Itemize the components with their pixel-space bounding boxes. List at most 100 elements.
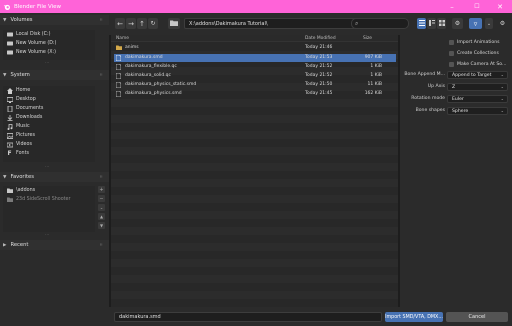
file-row[interactable]: dakimakura_physics.smd Today 21:45 162 K… bbox=[114, 90, 396, 98]
file-date: Today 21:45 bbox=[305, 91, 333, 96]
new-folder-button[interactable] bbox=[168, 18, 180, 29]
search-icon: ⌕ bbox=[355, 19, 359, 27]
file-row-selected[interactable]: dakimakura.smd Today 21:53 907 KiB bbox=[114, 54, 396, 62]
home-icon bbox=[6, 87, 13, 94]
sidebar-item-desktop[interactable]: Desktop bbox=[3, 95, 95, 104]
bone-append-select[interactable]: Append to Target ⌄ bbox=[447, 71, 508, 79]
column-size-header[interactable]: Size bbox=[363, 36, 372, 41]
sidebar-item-videos[interactable]: Videos bbox=[3, 140, 95, 149]
disk-icon bbox=[6, 31, 13, 38]
file-size: 1 KiB bbox=[370, 64, 382, 69]
sidebar-item-music[interactable]: Music bbox=[3, 122, 95, 131]
file-icon bbox=[115, 54, 122, 63]
file-date: Today 21:53 bbox=[305, 55, 333, 60]
bone-shapes-select[interactable]: Sphere ⌄ bbox=[447, 107, 508, 115]
file-list-header: Name Date Modified Size bbox=[111, 35, 398, 42]
import-options-panel: Import Animations Create Collections Mak… bbox=[400, 35, 512, 307]
arrow-right-icon: → bbox=[128, 19, 134, 28]
back-button[interactable]: ← bbox=[115, 18, 125, 29]
sidebar-item-label: New Volume (X:) bbox=[16, 50, 56, 55]
favorites-panel-header[interactable]: ▼ Favorites bbox=[0, 172, 109, 182]
file-date: Today 21:52 bbox=[305, 64, 333, 69]
row-stripe bbox=[111, 115, 398, 123]
gear-icon: ⚙ bbox=[499, 20, 506, 27]
sidebar-item-label: 23d SideScroll Shooter bbox=[16, 197, 71, 202]
pictures-icon bbox=[6, 132, 13, 139]
fonts-icon: F bbox=[7, 150, 12, 157]
sidebar-item-downloads[interactable]: Downloads bbox=[3, 113, 95, 122]
collapse-icon: ▼ bbox=[3, 17, 7, 23]
expand-icon: ▶ bbox=[3, 242, 7, 248]
volumes-panel-header[interactable]: ▼ Volumes bbox=[0, 15, 109, 25]
sidebar-item-volume-d[interactable]: New Volume (D:) bbox=[3, 39, 95, 48]
drag-grip-icon[interactable]: ⁞⁞ bbox=[100, 174, 103, 179]
column-name-header[interactable]: Name bbox=[116, 36, 129, 41]
forward-button[interactable]: → bbox=[126, 18, 136, 29]
resize-grip-icon[interactable]: ⋯ bbox=[45, 164, 49, 169]
import-button[interactable]: Import SMD/VTA, DMX... bbox=[385, 312, 443, 322]
file-row[interactable]: dakimakura_flexible.qc Today 21:52 1 KiB bbox=[114, 63, 396, 71]
chevron-down-icon: ⌄ bbox=[500, 108, 504, 113]
file-row-folder[interactable]: anims Today 21:46 bbox=[114, 44, 396, 52]
system-panel-header[interactable]: ▼ System bbox=[0, 70, 109, 80]
up-axis-select[interactable]: Z ⌄ bbox=[447, 83, 508, 91]
music-icon bbox=[6, 123, 13, 130]
row-stripe bbox=[111, 227, 398, 235]
display-mode-thumbnails-button[interactable] bbox=[437, 18, 446, 29]
recent-panel-header[interactable]: ▶ Recent bbox=[0, 240, 109, 250]
filter-button[interactable]: ▿ bbox=[469, 18, 482, 29]
sidebar-item-addons[interactable]: \addons bbox=[3, 186, 95, 195]
file-row[interactable]: dakimakura_solid.qc Today 21:52 1 KiB bbox=[114, 72, 396, 80]
sidebar-item-pictures[interactable]: Pictures bbox=[3, 131, 95, 140]
maximize-button[interactable]: ☐ bbox=[467, 0, 487, 13]
resize-grip-icon[interactable]: ⋯ bbox=[45, 232, 49, 237]
search-field[interactable]: ⌕ bbox=[351, 18, 409, 29]
options-gear-button[interactable]: ⚙ bbox=[498, 18, 507, 29]
sidebar-item-label: Videos bbox=[16, 142, 32, 147]
chevron-down-icon: ⌄ bbox=[500, 84, 504, 89]
bookmark-options-button[interactable]: ⌄ bbox=[98, 204, 105, 211]
sidebar-item-fonts[interactable]: F Fonts bbox=[3, 149, 95, 158]
list-view-icon bbox=[418, 19, 425, 28]
file-row[interactable]: dakimakura_physics_static.smd Today 21:5… bbox=[114, 81, 396, 89]
cancel-button[interactable]: Cancel bbox=[446, 312, 508, 322]
drag-grip-icon[interactable]: ⁞⁞ bbox=[100, 17, 103, 22]
remove-bookmark-button[interactable]: − bbox=[98, 195, 105, 202]
rotation-mode-select[interactable]: Euler ⌄ bbox=[447, 95, 508, 103]
checkbox-box bbox=[449, 39, 454, 45]
view-settings-button[interactable]: ⚙ bbox=[452, 18, 463, 29]
sidebar-item-label: Documents bbox=[16, 106, 44, 111]
import-animations-checkbox[interactable]: Import Animations bbox=[449, 38, 500, 46]
file-date: Today 21:52 bbox=[305, 73, 333, 78]
move-up-button[interactable]: ▲ bbox=[98, 213, 105, 220]
sidebar-item-home[interactable]: Home bbox=[3, 86, 95, 95]
refresh-icon: ↻ bbox=[150, 20, 156, 27]
drag-grip-icon[interactable]: ⁞⁞ bbox=[100, 242, 103, 247]
add-bookmark-button[interactable]: + bbox=[98, 186, 105, 193]
parent-directory-button[interactable]: ↑ bbox=[137, 18, 147, 29]
arrow-up-icon: ↑ bbox=[139, 19, 145, 28]
make-camera-checkbox[interactable]: Make Camera At So... bbox=[449, 60, 506, 68]
drag-grip-icon[interactable]: ⁞⁞ bbox=[100, 72, 103, 77]
resize-grip-icon[interactable]: ⋯ bbox=[45, 60, 49, 65]
create-collections-checkbox[interactable]: Create Collections bbox=[449, 49, 499, 57]
row-stripe bbox=[111, 291, 398, 299]
sidebar-item-documents[interactable]: Documents bbox=[3, 104, 95, 113]
row-stripe bbox=[111, 275, 398, 283]
row-stripe bbox=[111, 147, 398, 155]
display-mode-vertical-button[interactable] bbox=[427, 18, 436, 29]
sidebar-item-volume-x[interactable]: New Volume (X:) bbox=[3, 48, 95, 57]
move-down-button[interactable]: ▼ bbox=[98, 222, 105, 229]
column-date-header[interactable]: Date Modified bbox=[305, 36, 336, 41]
sidebar-item-sidescroll-shooter[interactable]: 23d SideScroll Shooter bbox=[3, 195, 95, 204]
sidebar-item-local-disk-c[interactable]: Local Disk (C:) bbox=[3, 30, 95, 39]
minimize-button[interactable]: – bbox=[442, 0, 462, 13]
refresh-button[interactable]: ↻ bbox=[148, 18, 158, 29]
filter-dropdown-button[interactable]: ⌄ bbox=[485, 18, 493, 29]
filename-field[interactable]: dakimakura.smd bbox=[114, 312, 382, 322]
disk-icon bbox=[6, 49, 13, 56]
display-mode-list-button[interactable] bbox=[417, 18, 426, 29]
close-button[interactable]: ✕ bbox=[490, 0, 510, 13]
sidebar-item-label: Desktop bbox=[16, 97, 36, 102]
file-size: 162 KiB bbox=[364, 91, 382, 96]
